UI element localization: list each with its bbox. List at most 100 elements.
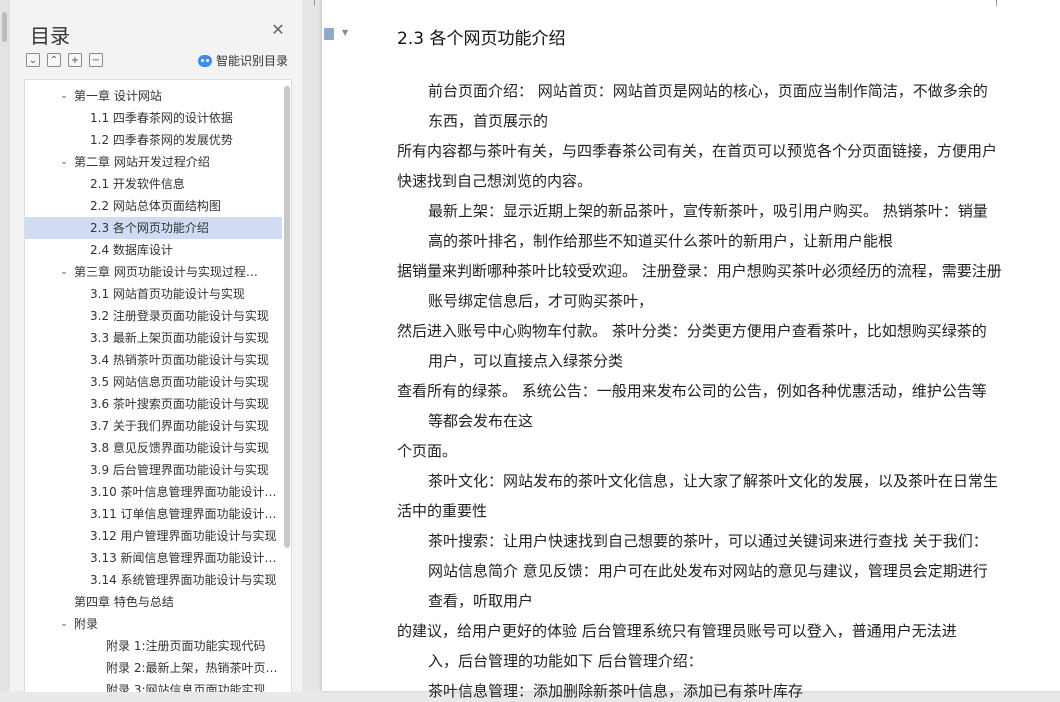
paragraph-line: 前台页面介绍： 网站首页：网站首页是网站的核心，页面应当制作简洁，不做多余的: [428, 82, 988, 100]
paragraph-line: 活中的重要性: [397, 502, 488, 520]
document-page: 2.3 各个网页功能介绍 前台页面介绍： 网站首页：网站首页是网站的核心，页面应…: [314, 0, 1060, 700]
paragraph-line: 个页面。: [397, 442, 458, 460]
toc-item-label: 3.2 注册登录页面功能设计与实现: [90, 309, 269, 323]
toc-item[interactable]: 3.6 茶叶搜索页面功能设计与实现: [25, 393, 282, 415]
toc-item-label: 附录 1:注册页面功能实现代码: [106, 639, 266, 653]
collapse-all-icon[interactable]: ⌃: [47, 53, 61, 67]
toc-scrollbar[interactable]: [284, 86, 290, 548]
paragraph-line: 然后进入账号中心购物车付款。 茶叶分类：分类更方便用户查看茶叶，比如想购买绿茶的: [397, 322, 987, 340]
margin-mark: [996, 0, 997, 6]
toc-item[interactable]: 2.2 网站总体页面结构图: [25, 195, 282, 217]
paragraph-line: 所有内容都与茶叶有关，与四季春茶公司有关，在首页可以预览各个分页面链接，方便用户: [397, 142, 998, 160]
smart-toc-button[interactable]: 智能识别目录: [198, 52, 288, 69]
toc-item[interactable]: ⌄ 附录: [25, 613, 273, 635]
toc-item[interactable]: 3.4 热销茶叶页面功能设计与实现: [25, 349, 282, 371]
toc-item[interactable]: ⌄ 第二章 网站开发过程介绍: [25, 151, 273, 173]
toc-item-label: 附录 2:最新上架，热销茶叶页面功能实现代码: [106, 661, 278, 675]
paragraph-line: 账号绑定信息后，才可购买茶叶，: [428, 292, 654, 310]
section-heading: 2.3 各个网页功能介绍: [397, 29, 566, 49]
toc-item[interactable]: ⌄ 第三章 网页功能设计与实现过程展示: [25, 261, 273, 283]
toc-item-label: 3.12 用户管理界面功能设计与实现: [90, 529, 277, 543]
toc-item[interactable]: 附录 1:注册页面功能实现代码: [25, 635, 282, 657]
toc-item[interactable]: 3.9 后台管理界面功能设计与实现: [25, 459, 282, 481]
chevron-down-icon[interactable]: ⌄: [58, 85, 70, 107]
pane-divider[interactable]: [302, 0, 322, 691]
toc-item[interactable]: ⌄ 第一章 设计网站: [25, 85, 273, 107]
toc-item-label: 第三章 网页功能设计与实现过程展示: [74, 265, 269, 279]
toc-item-label: 3.11 订单信息管理界面功能设计与实现: [90, 507, 278, 521]
toc-item-label: 第四章 特色与总结: [74, 595, 174, 609]
paragraph-line: 茶叶搜索：让用户快速找到自己想要的茶叶，可以通过关键词来进行查找 关于我们：: [428, 532, 988, 550]
toc-item[interactable]: 3.13 新闻信息管理界面功能设计与实现: [25, 547, 282, 569]
chevron-down-icon[interactable]: ⌄: [58, 151, 70, 173]
toc-item-label: 3.6 茶叶搜索页面功能设计与实现: [90, 397, 269, 411]
toc-item[interactable]: 2.3 各个网页功能介绍: [25, 217, 282, 239]
document-icon[interactable]: [324, 28, 334, 40]
expand-all-icon[interactable]: ⌄: [26, 53, 40, 67]
toc-item[interactable]: 2.1 开发软件信息: [25, 173, 282, 195]
paragraph-line: 快速找到自己想浏览的内容。: [397, 172, 593, 190]
toc-title: 目录: [30, 24, 70, 48]
toc-item[interactable]: 1.1 四季春茶网的设计依据: [25, 107, 282, 129]
toc-item[interactable]: 3.10 茶叶信息管理界面功能设计与实现: [25, 481, 282, 503]
chevron-down-icon[interactable]: ⌄: [58, 613, 70, 635]
toc-item[interactable]: 附录 2:最新上架，热销茶叶页面功能实现代码: [25, 657, 282, 679]
paragraph-line: 查看所有的绿茶。 系统公告：一般用来发布公司的公告，例如各种优惠活动，维护公告等: [397, 382, 987, 400]
toc-item[interactable]: 3.1 网站首页功能设计与实现: [25, 283, 282, 305]
toc-item[interactable]: 3.8 意见反馈界面功能设计与实现: [25, 437, 282, 459]
left-edge-strip: [0, 0, 10, 691]
paragraph-line: 网站信息简介 意见反馈：用户可在此处发布对网站的意见与建议，管理员会定期进行: [428, 562, 988, 580]
toc-item-label: 3.4 热销茶叶页面功能设计与实现: [90, 353, 269, 367]
toc-item-label: 3.1 网站首页功能设计与实现: [90, 287, 245, 301]
chevron-down-icon[interactable]: ⌄: [58, 261, 70, 283]
add-level-icon[interactable]: +: [68, 53, 82, 67]
toc-item-label: 3.14 系统管理界面功能设计与实现: [90, 573, 277, 587]
toc-item[interactable]: 3.2 注册登录页面功能设计与实现: [25, 305, 282, 327]
toc-item-label: 第一章 设计网站: [74, 89, 162, 103]
toc-item-label: 3.5 网站信息页面功能设计与实现: [90, 375, 269, 389]
toc-pane: 目录 ✕ ⌄ ⌃ + − 智能识别目录 ⌄ 第一章 设计网站 1.1 四季春茶网的设…: [10, 0, 302, 692]
toc-item-label: 第二章 网站开发过程介绍: [74, 155, 210, 169]
close-icon[interactable]: ✕: [270, 22, 286, 38]
paragraph-line: 茶叶信息管理：添加删除新茶叶信息，添加已有茶叶库存: [428, 682, 804, 700]
toc-toolbar: ⌄ ⌃ + −: [26, 53, 103, 67]
paragraph-line: 入，后台管理的功能如下 后台管理介绍：: [428, 652, 703, 670]
toc-item[interactable]: 3.3 最新上架页面功能设计与实现: [25, 327, 282, 349]
toc-item-label: 2.3 各个网页功能介绍: [90, 221, 209, 235]
toc-item-label: 1.1 四季春茶网的设计依据: [90, 111, 233, 125]
toc-item-label: 2.2 网站总体页面结构图: [90, 199, 221, 213]
robot-icon: [198, 54, 212, 67]
left-scrollbar-thumb[interactable]: [2, 12, 7, 42]
toc-item[interactable]: 3.7 关于我们界面功能设计与实现: [25, 415, 282, 437]
toc-item-label: 3.10 茶叶信息管理界面功能设计与实现: [90, 485, 278, 499]
toc-item-label: 附录: [74, 617, 99, 631]
toc-item[interactable]: 1.2 四季春茶网的发展优势: [25, 129, 282, 151]
paragraph-line: 东西，首页展示的: [428, 112, 549, 130]
toc-item-label: 3.7 关于我们界面功能设计与实现: [90, 419, 269, 433]
chevron-down-icon[interactable]: ▼: [342, 28, 348, 37]
toc-item-label: 2.1 开发软件信息: [90, 177, 185, 191]
toc-item-label: 附录 3:网站信息页面功能实现代码: [106, 683, 278, 692]
toc-item[interactable]: 附录 3:网站信息页面功能实现代码: [25, 679, 282, 692]
paragraph-line: 据销量来判断哪种茶叶比较受欢迎。 注册登录：用户想购买茶叶必须经历的流程，需要注…: [397, 262, 1002, 280]
paragraph-line: 高的茶叶排名，制作给那些不知道买什么茶叶的新用户，让新用户能根: [428, 232, 894, 250]
toc-item-label: 3.9 后台管理界面功能设计与实现: [90, 463, 269, 477]
toc-item[interactable]: 3.14 系统管理界面功能设计与实现: [25, 569, 282, 591]
toc-item[interactable]: 3.5 网站信息页面功能设计与实现: [25, 371, 282, 393]
toc-list: ⌄ 第一章 设计网站 1.1 四季春茶网的设计依据 1.2 四季春茶网的发展优势 ⌄ 第二…: [24, 79, 292, 692]
paragraph-line: 等都会发布在这: [428, 412, 534, 430]
remove-level-icon[interactable]: −: [89, 53, 103, 67]
toc-item[interactable]: 3.12 用户管理界面功能设计与实现: [25, 525, 282, 547]
toc-item-label: 3.3 最新上架页面功能设计与实现: [90, 331, 269, 345]
toc-item[interactable]: 2.4 数据库设计: [25, 239, 282, 261]
toc-item[interactable]: 第四章 特色与总结: [25, 591, 273, 613]
toc-item-label: 2.4 数据库设计: [90, 243, 173, 257]
paragraph-line: 用户，可以直接点入绿茶分类: [428, 352, 624, 370]
paragraph-line: 最新上架：显示近期上架的新品茶叶，宣传新茶叶，吸引用户购买。 热销茶叶：销量: [428, 202, 988, 220]
toc-item[interactable]: 3.11 订单信息管理界面功能设计与实现: [25, 503, 282, 525]
margin-mark: [314, 0, 315, 6]
paragraph-line: 茶叶文化：网站发布的茶叶文化信息，让大家了解茶叶文化的发展，以及茶叶在日常生: [428, 472, 999, 490]
paragraph-line: 查看，听取用户: [428, 592, 534, 610]
smart-toc-label: 智能识别目录: [216, 54, 289, 68]
toc-item-label: 3.8 意见反馈界面功能设计与实现: [90, 441, 269, 455]
